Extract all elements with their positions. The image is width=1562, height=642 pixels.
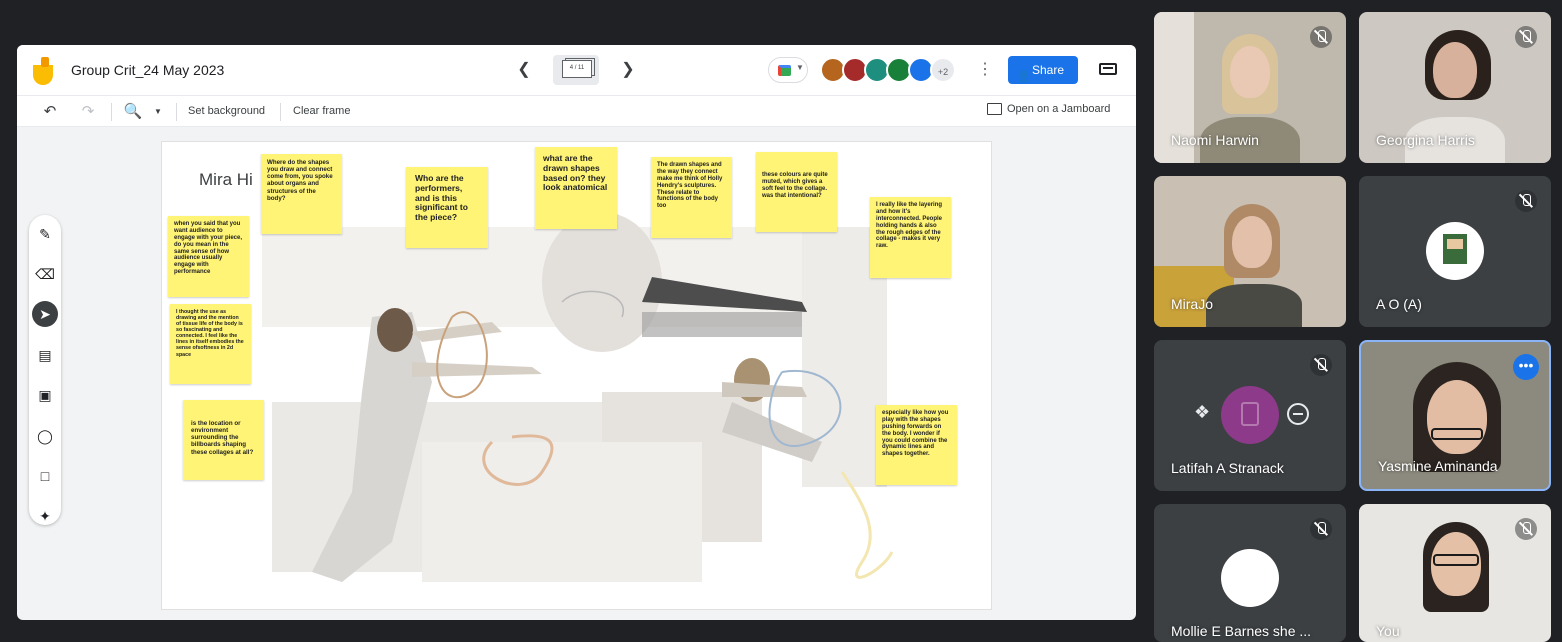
mic-off-icon <box>1515 26 1537 48</box>
sticky-note[interactable]: Who are the performers, and is this sign… <box>406 167 488 248</box>
share-label: Share <box>1032 63 1065 77</box>
share-button[interactable]: 👤 Share <box>1008 56 1078 84</box>
participant-tile[interactable]: A O (A) <box>1359 176 1551 327</box>
sticky-note[interactable]: The drawn shapes and the way they connec… <box>651 157 732 238</box>
frame-indicator: 4 / 11 <box>562 60 592 78</box>
next-frame-icon[interactable]: ❯ <box>617 59 639 81</box>
participant-name: Mollie E Barnes she ... <box>1171 623 1312 639</box>
jamboard-toolbar: ↶ ↷ 🔍 ▼ Set background Clear frame Open … <box>17 95 1136 127</box>
participant-tile[interactable]: Naomi Harwin <box>1154 12 1346 163</box>
avatar <box>1221 549 1279 607</box>
select-icon[interactable]: ➤ <box>32 301 58 327</box>
participant-tile[interactable]: ❖ Latifah A Stranack <box>1154 340 1346 491</box>
mic-off-icon <box>1310 518 1332 540</box>
sticky-note[interactable]: especially like how you play with the sh… <box>876 405 957 485</box>
participant-name: MiraJo <box>1171 296 1214 312</box>
circle-icon[interactable]: ◯ <box>32 423 58 449</box>
sticky-note[interactable]: I really like the layering and how it's … <box>870 197 951 278</box>
tool-rail: ✎ ⌫ ➤ ▤ ▣ ◯ □ ✦ <box>29 215 61 525</box>
undo-icon[interactable]: ↶ <box>40 102 60 122</box>
participant-name: Georgina Harris <box>1376 132 1475 148</box>
open-on-jamboard-button[interactable]: Open on a Jamboard <box>987 103 1110 115</box>
participant-tile[interactable]: You <box>1359 504 1551 642</box>
laser-icon[interactable]: ✦ <box>32 503 58 529</box>
participant-name: Naomi Harwin <box>1171 132 1259 148</box>
collaborator-avatars[interactable]: +2 <box>820 57 960 83</box>
participant-tile[interactable]: MiraJo <box>1154 176 1346 327</box>
sticky-note[interactable]: these colours are quite muted, which giv… <box>756 152 837 232</box>
clear-frame-button[interactable]: Clear frame <box>293 105 350 117</box>
person-icon: 👤 <box>1017 71 1031 83</box>
mic-off-icon <box>1310 354 1332 376</box>
sticky-note[interactable]: Where do the shapes you draw and connect… <box>261 154 342 234</box>
meet-screen: Group Crit_24 May 2023 ❮ 4 / 11 ❯ ▼ +2 ⋮ <box>0 0 1562 642</box>
mic-off-icon <box>1515 190 1537 212</box>
participant-tile-active[interactable]: ••• Yasmine Aminanda <box>1359 340 1551 491</box>
participant-name: Latifah A Stranack <box>1171 460 1284 476</box>
jamboard-header: Group Crit_24 May 2023 ❮ 4 / 11 ❯ ▼ +2 ⋮ <box>17 45 1136 95</box>
meet-camera-icon <box>778 65 791 76</box>
open-on-jamboard-label: Open on a Jamboard <box>1007 103 1111 115</box>
meet-button[interactable]: ▼ <box>768 57 808 83</box>
pin-icon[interactable]: ❖ <box>1194 402 1210 423</box>
participant-name: Yasmine Aminanda <box>1378 458 1498 474</box>
remove-icon[interactable] <box>1287 403 1309 425</box>
avatar <box>1221 386 1279 444</box>
sticky-note[interactable]: when you said that you want audience to … <box>168 216 249 297</box>
more-options-icon[interactable]: ••• <box>1513 354 1539 380</box>
chevron-down-icon: ▼ <box>796 63 804 72</box>
jamboard-canvas[interactable]: Mira Hi Where do the shapes you draw and… <box>162 142 991 609</box>
more-collaborators-badge[interactable]: +2 <box>930 57 956 83</box>
jamboard-window: Group Crit_24 May 2023 ❮ 4 / 11 ❯ ▼ +2 ⋮ <box>17 45 1136 620</box>
keyboard-icon[interactable] <box>1099 63 1117 75</box>
image-icon[interactable]: ▣ <box>32 382 58 408</box>
pen-icon[interactable]: ✎ <box>32 221 58 247</box>
mic-off-icon <box>1310 26 1332 48</box>
sticky-note[interactable]: I thought the use as drawing and the men… <box>170 304 251 384</box>
cast-icon <box>987 103 1002 115</box>
frame-bar-button[interactable]: 4 / 11 <box>553 55 599 85</box>
zoom-icon[interactable]: 🔍 <box>123 102 143 122</box>
sticky-note[interactable]: is the location or environment surroundi… <box>183 400 264 480</box>
set-background-button[interactable]: Set background <box>188 105 265 117</box>
participant-name: You <box>1376 623 1400 639</box>
more-vert-icon[interactable]: ⋮ <box>977 59 993 79</box>
participant-name: A O (A) <box>1376 296 1422 312</box>
avatar <box>1426 222 1484 280</box>
eraser-icon[interactable]: ⌫ <box>32 261 58 287</box>
mic-off-icon <box>1515 518 1537 540</box>
redo-icon[interactable]: ↷ <box>78 102 98 122</box>
document-title[interactable]: Group Crit_24 May 2023 <box>71 62 224 78</box>
jamboard-logo-icon <box>33 57 55 85</box>
sticky-note-icon[interactable]: ▤ <box>32 342 58 368</box>
sticky-note[interactable]: what are the drawn shapes based on? they… <box>535 147 617 229</box>
chevron-down-icon[interactable]: ▼ <box>148 102 168 122</box>
participant-tile[interactable]: Georgina Harris <box>1359 12 1551 163</box>
text-box-icon[interactable]: □ <box>32 463 58 489</box>
previous-frame-icon[interactable]: ❮ <box>513 59 535 81</box>
participant-tile[interactable]: Mollie E Barnes she ... <box>1154 504 1346 642</box>
